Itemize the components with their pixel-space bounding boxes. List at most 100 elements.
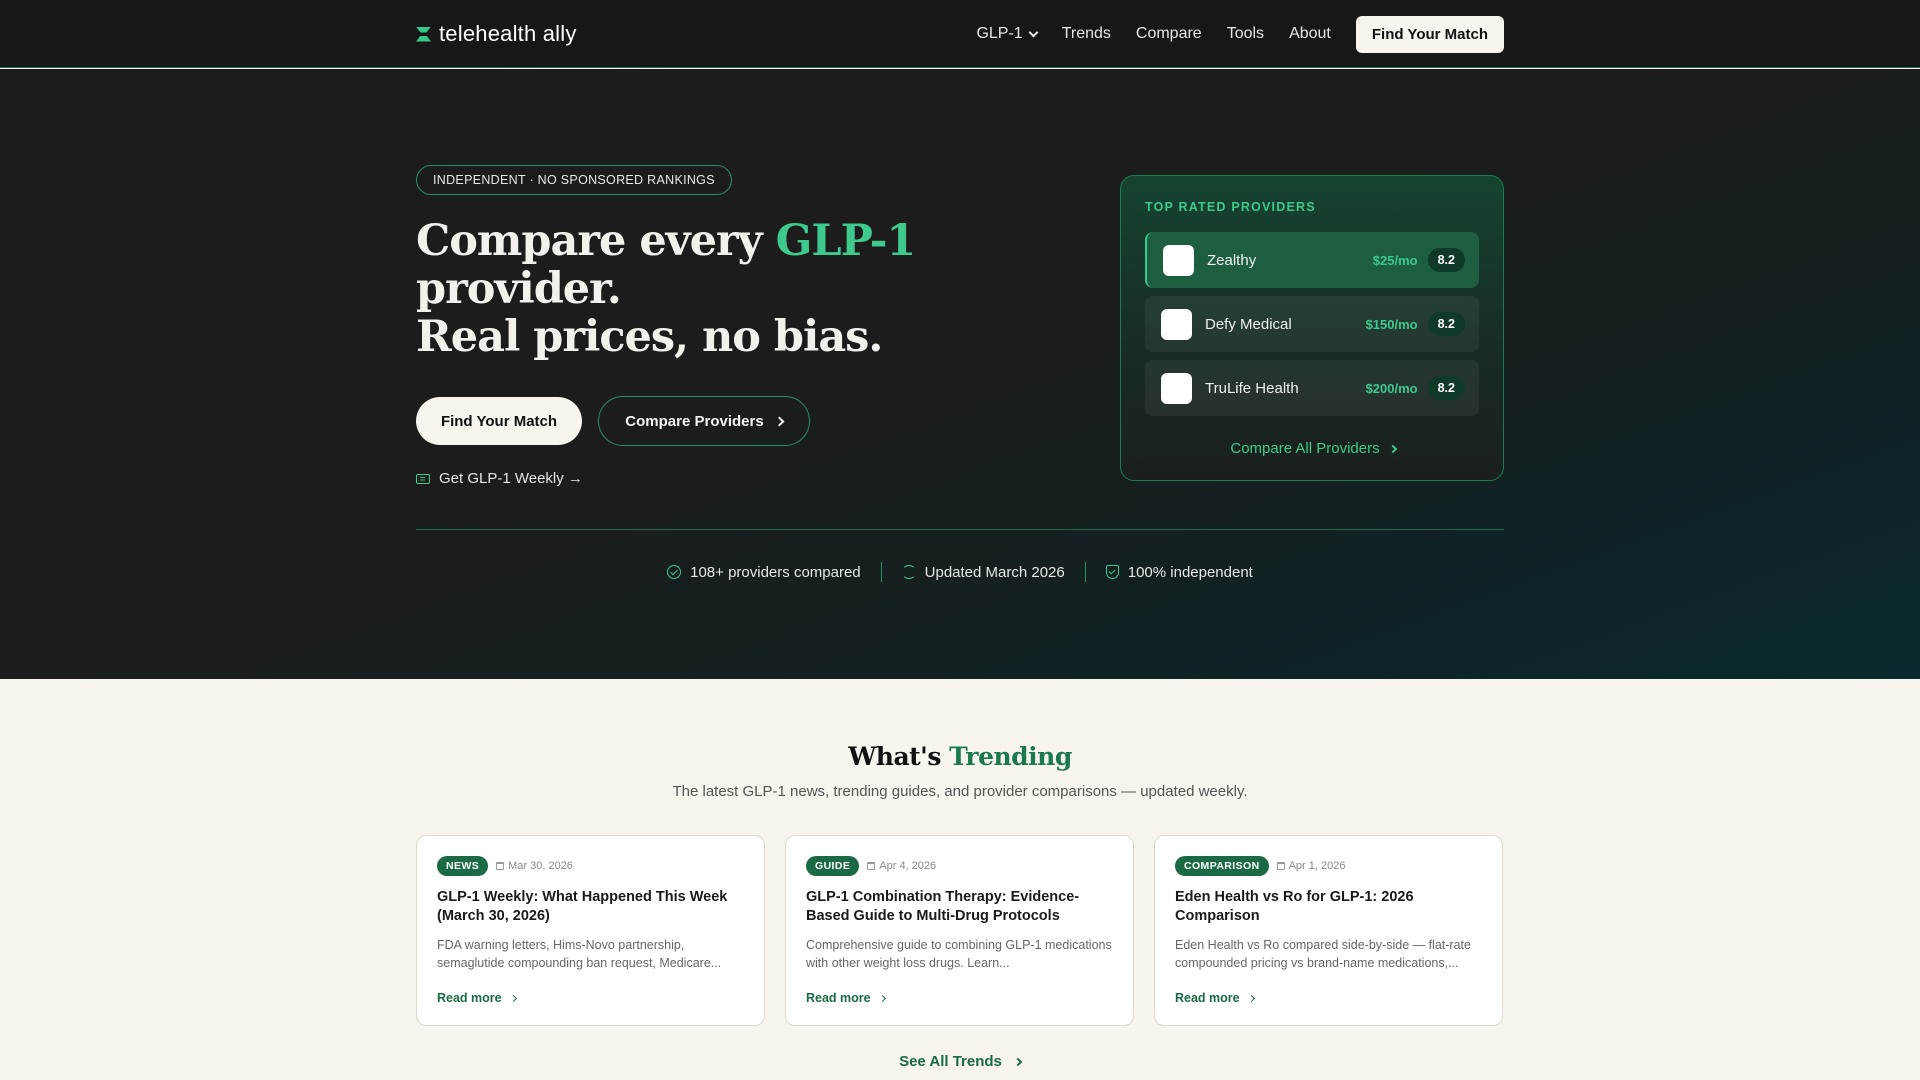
chevron-right-icon — [774, 416, 785, 426]
hero-title-line3: Real prices, no bias. — [416, 312, 883, 362]
card-title: GLP-1 Weekly: What Happened This Week (M… — [437, 889, 728, 924]
card-date-text: Apr 1, 2026 — [1288, 860, 1346, 872]
provider-name: Zealthy — [1207, 251, 1257, 269]
stat-providers: 108+ providers compared — [647, 564, 881, 581]
card-date: Mar 30, 2026 — [496, 860, 573, 872]
chevron-right-icon — [878, 994, 886, 1002]
trend-card-guide[interactable]: GUIDE Apr 4, 2026 GLP-1 Combination Ther… — [785, 835, 1134, 1026]
find-match-button[interactable]: Find Your Match — [416, 397, 582, 445]
chevron-right-icon — [509, 994, 517, 1002]
chevron-right-icon — [1388, 444, 1397, 453]
newsletter-label: Get GLP-1 Weekly → — [439, 470, 583, 487]
read-more-link[interactable]: Read more — [806, 991, 886, 1005]
brand-name: telehealth ally — [439, 21, 577, 46]
compare-providers-label: Compare Providers — [625, 412, 764, 430]
trending-title: What's Trending — [0, 742, 1920, 771]
compare-all-label: Compare All Providers — [1230, 440, 1380, 457]
provider-price: $150/mo — [1365, 316, 1418, 332]
card-description: FDA warning letters, Hims-Novo partnersh… — [437, 938, 722, 970]
card-meta: GUIDE Apr 4, 2026 — [806, 856, 936, 876]
provider-logo — [1163, 244, 1194, 276]
check-circle-icon — [667, 565, 682, 579]
provider-logo — [1161, 308, 1192, 340]
provider-price: $200/mo — [1365, 380, 1418, 396]
nav-item-glp1[interactable]: GLP-1 — [976, 25, 1039, 43]
card-date-text: Apr 4, 2026 — [879, 860, 937, 872]
nav-links: GLP-1 Trends Compare Tools About Find Yo… — [976, 15, 1504, 53]
nav-item-trends[interactable]: Trends — [1062, 25, 1111, 43]
card-date: Apr 4, 2026 — [867, 860, 936, 872]
provider-logo — [1161, 372, 1192, 404]
provider-name: TruLife Health — [1205, 379, 1299, 397]
read-more-label: Read more — [437, 991, 502, 1005]
provider-score: 8.2 — [1427, 312, 1465, 336]
trending-subtitle: The latest GLP-1 news, trending guides, … — [672, 783, 1248, 800]
card-meta: COMPARISON Apr 1, 2026 — [1175, 856, 1345, 876]
calendar-icon — [496, 862, 505, 870]
card-description: Comprehensive guide to combining GLP-1 m… — [806, 938, 1112, 970]
top-providers-label: TOP RATED PROVIDERS — [1145, 200, 1316, 214]
chevron-right-icon — [1247, 994, 1255, 1002]
brand-logo[interactable]: telehealth ally — [416, 21, 577, 47]
card-tag: COMPARISON — [1175, 856, 1269, 876]
stat-label: Updated March 2026 — [924, 563, 1065, 581]
read-more-label: Read more — [1175, 991, 1240, 1005]
provider-score: 8.2 — [1427, 248, 1465, 272]
nav-item-about[interactable]: About — [1289, 25, 1331, 43]
provider-row-defy-medical[interactable]: Defy Medical $150/mo 8.2 — [1145, 296, 1479, 352]
newspaper-icon — [416, 473, 430, 484]
read-more-link[interactable]: Read more — [437, 991, 517, 1005]
card-title: Eden Health vs Ro for GLP-1: 2026 Compar… — [1175, 889, 1414, 924]
chevron-down-icon — [1028, 27, 1039, 37]
read-more-label: Read more — [806, 991, 871, 1005]
nav-find-match-button[interactable]: Find Your Match — [1355, 15, 1504, 53]
card-date-text: Mar 30, 2026 — [508, 860, 573, 872]
hero-title-part2: provider. — [416, 264, 622, 314]
nav-inner: telehealth ally GLP-1 Trends Compare Too… — [416, 0, 1504, 68]
refresh-icon — [901, 565, 916, 579]
newsletter-link[interactable]: Get GLP-1 Weekly → — [416, 470, 583, 487]
shield-check-icon — [1105, 565, 1119, 579]
trending-title-part1: What's — [848, 742, 950, 771]
stat-updated: Updated March 2026 — [882, 564, 1085, 581]
stat-label: 108+ providers compared — [690, 563, 861, 581]
card-date: Apr 1, 2026 — [1276, 860, 1346, 872]
stat-independent: 100% independent — [1086, 564, 1273, 581]
provider-row-trulife-health[interactable]: TruLife Health $200/mo 8.2 — [1145, 360, 1479, 416]
card-title: GLP-1 Combination Therapy: Evidence-Base… — [806, 889, 1080, 924]
compare-all-providers-link[interactable]: Compare All Providers — [1121, 440, 1505, 457]
provider-price: $25/mo — [1372, 252, 1418, 268]
independence-badge: INDEPENDENT · NO SPONSORED RANKINGS — [416, 165, 732, 195]
hero-title-accent: GLP-1 — [775, 216, 917, 266]
compare-providers-button[interactable]: Compare Providers — [598, 396, 810, 446]
provider-score: 8.2 — [1427, 376, 1465, 400]
provider-name: Defy Medical — [1205, 315, 1292, 333]
trending-cards: NEWS Mar 30, 2026 GLP-1 Weekly: What Hap… — [416, 835, 1504, 1026]
hourglass-icon — [416, 27, 431, 42]
trending-title-accent: Trending — [949, 742, 1072, 771]
top-providers-card: TOP RATED PROVIDERS Zealthy $25/mo 8.2 D… — [1120, 175, 1504, 481]
read-more-link[interactable]: Read more — [1175, 991, 1255, 1005]
top-nav: telehealth ally GLP-1 Trends Compare Too… — [0, 0, 1920, 68]
chevron-right-icon — [1013, 1057, 1023, 1066]
card-meta: NEWS Mar 30, 2026 — [437, 856, 573, 876]
nav-item-compare[interactable]: Compare — [1136, 25, 1202, 43]
see-all-label: See All Trends — [899, 1053, 1002, 1070]
calendar-icon — [1276, 862, 1285, 870]
nav-item-label: GLP-1 — [976, 25, 1023, 42]
see-all-trends-link[interactable]: See All Trends — [0, 1053, 1920, 1070]
provider-row-zealthy[interactable]: Zealthy $25/mo 8.2 — [1145, 232, 1479, 288]
trend-card-comparison[interactable]: COMPARISON Apr 1, 2026 Eden Health vs Ro… — [1154, 835, 1503, 1026]
hero-title: Compare every GLP-1 provider. Real price… — [416, 217, 936, 361]
hero-divider — [416, 529, 1504, 530]
stat-label: 100% independent — [1127, 563, 1253, 581]
hero-title-part1: Compare every — [416, 216, 776, 266]
card-tag: NEWS — [437, 856, 489, 876]
nav-item-tools[interactable]: Tools — [1227, 25, 1264, 43]
calendar-icon — [867, 862, 876, 870]
card-description: Eden Health vs Ro compared side-by-side … — [1175, 938, 1471, 970]
trend-card-news[interactable]: NEWS Mar 30, 2026 GLP-1 Weekly: What Hap… — [416, 835, 765, 1026]
hero-section: INDEPENDENT · NO SPONSORED RANKINGS Comp… — [0, 69, 1920, 679]
stats-bar: 108+ providers compared Updated March 20… — [0, 562, 1920, 582]
card-tag: GUIDE — [806, 856, 860, 876]
